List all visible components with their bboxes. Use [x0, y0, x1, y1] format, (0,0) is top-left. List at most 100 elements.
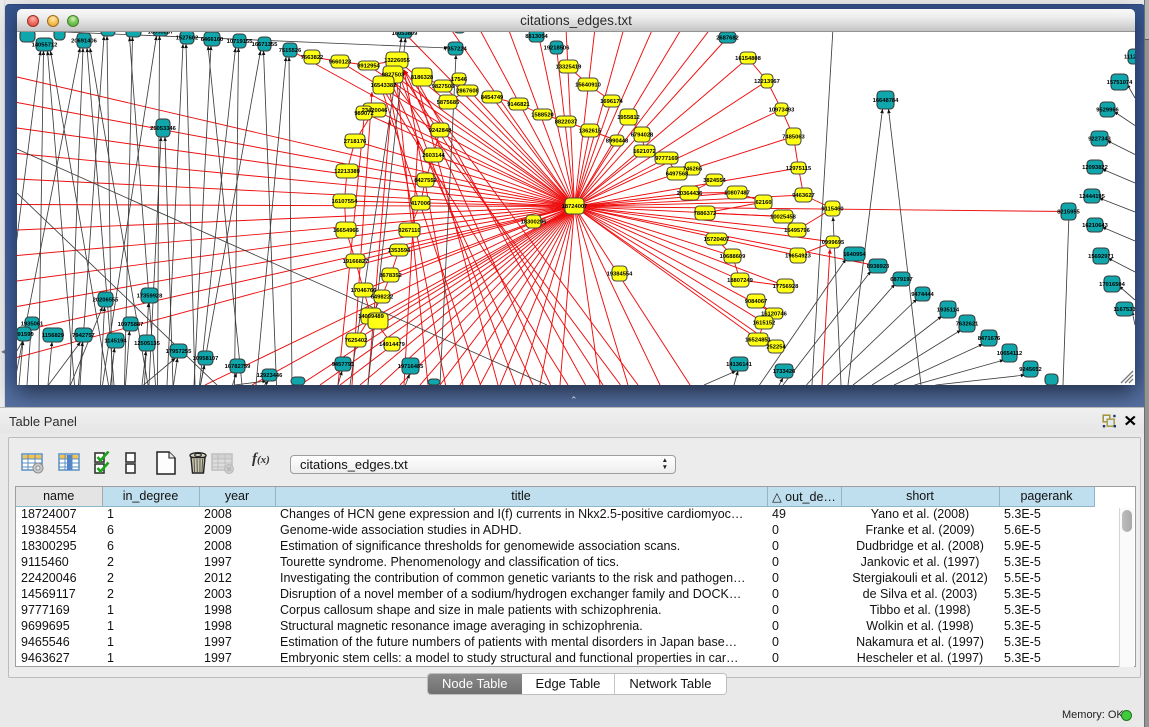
- svg-text:10025458: 10025458: [770, 215, 797, 221]
- svg-text:7485063: 7485063: [782, 135, 805, 141]
- svg-text:8938923: 8938923: [867, 264, 890, 270]
- svg-text:16671355: 16671355: [252, 42, 279, 48]
- svg-text:17359928: 17359928: [137, 294, 164, 300]
- svg-text:12093822: 12093822: [1082, 165, 1108, 171]
- svg-text:417006: 417006: [411, 201, 431, 207]
- svg-text:7886372: 7886372: [694, 211, 717, 217]
- svg-text:9827508: 9827508: [432, 84, 455, 90]
- svg-text:19716485: 19716485: [398, 364, 425, 370]
- svg-text:1621072: 1621072: [633, 149, 656, 155]
- svg-text:9827503: 9827503: [382, 73, 405, 79]
- svg-text:1167533: 1167533: [1113, 307, 1135, 313]
- svg-text:7663822: 7663822: [301, 55, 324, 61]
- svg-text:10958107: 10958107: [193, 356, 219, 362]
- svg-text:19654923: 19654923: [785, 254, 812, 260]
- svg-text:15692971: 15692971: [1088, 254, 1115, 260]
- svg-text:13325419: 13325419: [556, 65, 583, 71]
- svg-text:10719155: 10719155: [227, 39, 254, 45]
- svg-text:2718176: 2718176: [344, 139, 367, 145]
- svg-text:10688609: 10688609: [720, 254, 747, 260]
- svg-text:9242848: 9242848: [429, 128, 452, 134]
- svg-text:252254: 252254: [766, 345, 786, 351]
- svg-text:62160: 62160: [755, 200, 771, 206]
- svg-text:17756928: 17756928: [773, 284, 800, 290]
- svg-text:15640910: 15640910: [575, 83, 601, 89]
- svg-text:19166827: 19166827: [343, 259, 369, 265]
- svg-text:391590: 391590: [17, 332, 34, 338]
- svg-text:9227343: 9227343: [1088, 137, 1111, 143]
- svg-text:18300295: 18300295: [521, 220, 548, 226]
- svg-text:15720407: 15720407: [704, 237, 730, 243]
- svg-text:8813054: 8813054: [525, 34, 548, 40]
- svg-text:6879197: 6879197: [890, 277, 913, 283]
- svg-text:20691406: 20691406: [71, 39, 98, 45]
- svg-text:12444195: 12444195: [1079, 194, 1106, 200]
- svg-text:5875685: 5875685: [437, 100, 460, 106]
- svg-text:16053809: 16053809: [392, 32, 419, 37]
- svg-text:20206555: 20206555: [93, 298, 120, 304]
- svg-text:10654112: 10654112: [997, 351, 1022, 357]
- svg-text:9529966: 9529966: [1096, 108, 1119, 114]
- svg-text:17046766: 17046766: [351, 288, 378, 294]
- svg-text:14055712: 14055712: [32, 43, 58, 49]
- svg-text:16543382: 16543382: [371, 83, 397, 89]
- svg-text:10975887: 10975887: [118, 322, 144, 328]
- svg-text:10653287: 10653287: [148, 32, 174, 36]
- svg-text:12923446: 12923446: [257, 373, 284, 379]
- svg-text:16648784: 16648784: [873, 98, 900, 104]
- svg-text:16495796: 16495796: [784, 228, 811, 234]
- svg-text:7632621: 7632621: [956, 322, 979, 328]
- svg-text:1733426: 1733426: [773, 369, 796, 375]
- svg-text:9660123: 9660123: [329, 60, 352, 66]
- svg-text:8215955: 8215955: [1057, 210, 1080, 216]
- svg-text:15751074: 15751074: [1107, 80, 1134, 86]
- svg-text:9463627: 9463627: [792, 193, 815, 199]
- svg-text:1935114: 1935114: [937, 308, 960, 314]
- svg-text:6497568: 6497568: [666, 172, 689, 178]
- svg-text:1112744: 1112744: [1124, 55, 1135, 61]
- svg-text:1696174: 1696174: [600, 99, 623, 105]
- svg-text:9146821: 9146821: [507, 102, 530, 108]
- svg-text:2687682: 2687682: [716, 36, 739, 42]
- svg-text:16524851: 16524851: [745, 338, 772, 344]
- svg-text:16107554: 16107554: [332, 199, 359, 205]
- svg-text:1362615: 1362615: [579, 129, 602, 135]
- svg-text:19384554: 19384554: [607, 272, 634, 278]
- svg-text:6466160: 6466160: [201, 37, 224, 43]
- svg-text:18724007: 18724007: [562, 204, 588, 210]
- svg-text:1353594: 1353594: [388, 248, 411, 254]
- svg-text:8990448: 8990448: [606, 139, 629, 145]
- svg-text:2867608: 2867608: [456, 89, 479, 95]
- svg-text:9245652: 9245652: [1019, 367, 1042, 373]
- svg-text:1145194: 1145194: [104, 339, 127, 345]
- svg-text:16210643: 16210643: [1082, 223, 1109, 229]
- svg-text:12505135: 12505135: [134, 341, 161, 347]
- svg-text:989072: 989072: [354, 111, 373, 117]
- svg-text:17957255: 17957255: [166, 349, 193, 355]
- svg-text:12975115: 12975115: [786, 166, 812, 172]
- svg-text:3824554: 3824554: [703, 178, 726, 184]
- svg-text:14099489: 14099489: [358, 314, 385, 320]
- svg-text:19218506: 19218506: [544, 46, 571, 52]
- svg-text:17546: 17546: [451, 77, 468, 83]
- svg-text:17016504: 17016504: [1099, 282, 1126, 288]
- svg-text:16782759: 16782759: [225, 364, 252, 370]
- svg-text:6794028: 6794028: [631, 133, 654, 139]
- svg-text:7942757: 7942757: [72, 333, 95, 339]
- svg-text:6498222: 6498222: [371, 295, 394, 301]
- svg-text:9777169: 9777169: [655, 156, 678, 162]
- svg-text:1640954: 1640954: [843, 252, 866, 258]
- svg-text:18807249: 18807249: [727, 278, 754, 284]
- svg-text:8454749: 8454749: [481, 95, 504, 101]
- svg-text:1588520: 1588520: [531, 113, 554, 119]
- svg-text:16654966: 16654966: [333, 228, 360, 234]
- svg-text:3267110: 3267110: [398, 228, 420, 234]
- svg-text:7357224: 7357224: [444, 47, 467, 53]
- svg-text:14136141: 14136141: [726, 362, 753, 368]
- svg-text:0999695: 0999695: [822, 240, 845, 246]
- svg-text:25053346: 25053346: [150, 126, 177, 132]
- svg-text:10973493: 10973493: [769, 108, 796, 114]
- svg-text:1527602: 1527602: [176, 36, 199, 42]
- svg-text:8822037: 8822037: [555, 120, 578, 126]
- svg-text:8678352: 8678352: [379, 273, 402, 279]
